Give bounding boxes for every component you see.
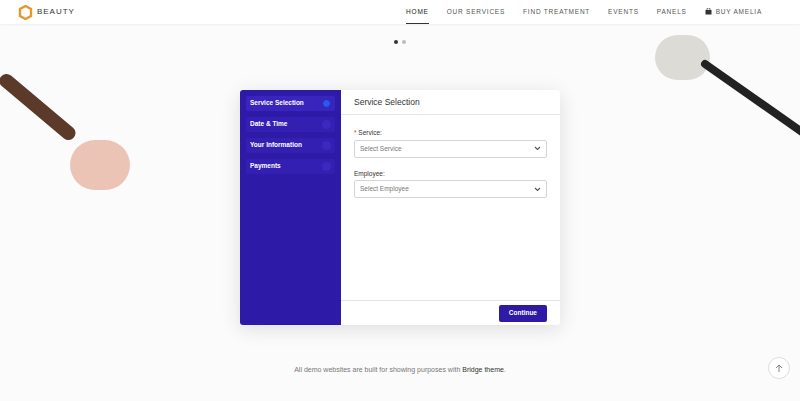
booking-card: Service Selection Date & Time Your Informa… [240,90,560,325]
slider-dot[interactable] [402,40,406,44]
step-status-dot [322,141,331,150]
field-label: Employee: [354,171,547,178]
slider-dots [0,40,800,44]
footer-note: All demo websites are built for showing … [0,365,800,376]
nav-item[interactable]: FIND TREATMENT [523,0,590,24]
logo-icon [18,5,33,20]
powder-right-photo [655,35,710,80]
steps-sidebar: Service Selection Date & Time Your Informa… [240,90,341,325]
panel-body: * Service: Select Service Employee: Select … [341,115,560,300]
form-field: Employee: Select Employee [354,171,547,199]
scroll-top-button[interactable] [768,357,790,379]
nav-item[interactable]: OUR SERVICES [447,0,505,24]
step-item[interactable]: Date & Time [246,117,335,132]
brush-right-photo [699,58,800,139]
nav-item[interactable]: HOME [406,0,429,24]
powder-left-photo [70,140,130,190]
top-nav: BEAUTY HOME OUR SERVICES FIND TREATMENT EVEN… [0,0,800,24]
main-nav: HOME OUR SERVICES FIND TREATMENT EVENTS PANE… [406,0,762,24]
chevron-down-icon [534,187,541,192]
step-item[interactable]: Payments [246,159,335,174]
brush-left-photo [0,71,78,143]
step-item[interactable]: Your Information [246,138,335,153]
bridge-theme-link[interactable]: Bridge theme [462,366,504,373]
panel-header: Service Selection [341,90,560,115]
page: BEAUTY HOME OUR SERVICES FIND TREATMENT EVEN… [0,0,800,401]
select-field[interactable]: Select Employee [354,180,547,198]
nav-item[interactable]: BUY AMELIA [705,0,762,24]
nav-item[interactable]: EVENTS [608,0,639,24]
step-status-dot [322,162,331,171]
nav-item[interactable]: PANELS [657,0,687,24]
step-status-dot [322,99,331,108]
slider-dot[interactable] [394,40,398,44]
form-panel: Service Selection * Service: Select Servic… [341,90,560,325]
field-label: * Service: [354,130,547,137]
chevron-down-icon [534,146,541,151]
step-item[interactable]: Service Selection [246,96,335,111]
form-field: * Service: Select Service [354,130,547,158]
continue-button[interactable]: Continue [499,305,547,322]
panel-footer: Continue [341,300,560,325]
shopping-bag-icon [705,8,712,15]
logo[interactable]: BEAUTY [18,5,75,20]
step-status-dot [322,120,331,129]
select-field[interactable]: Select Service [354,140,547,158]
arrow-up-icon [775,364,783,373]
